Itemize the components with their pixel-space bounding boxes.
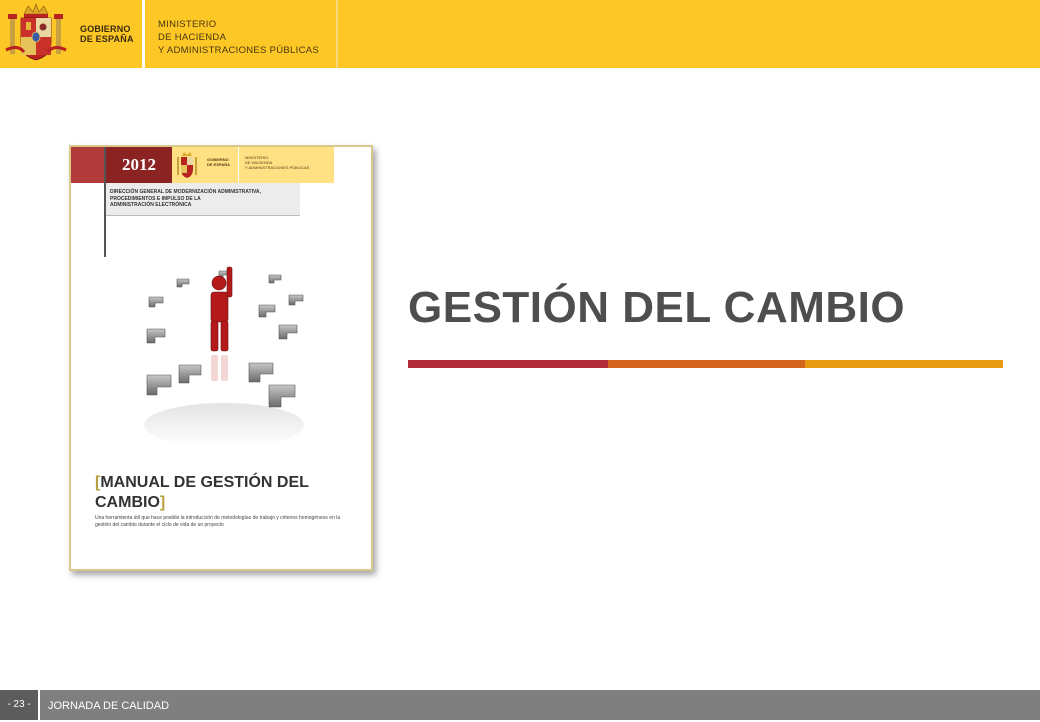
header-divider bbox=[142, 0, 145, 68]
footer-divider bbox=[38, 690, 40, 720]
cover-ministry-name: MINISTERIO DE HACIENDA Y ADMINISTRACIONE… bbox=[245, 155, 309, 170]
cover-directorate-text: DIRECCIÓN GENERAL DE MODERNIZACIÓN ADMIN… bbox=[110, 189, 261, 209]
title-rule-orange bbox=[608, 360, 805, 368]
government-logo: GOBIERNO DE ESPAÑA bbox=[0, 0, 142, 68]
cover-description: Una herramienta útil que hace posible la… bbox=[95, 515, 341, 528]
cover-directorate-box: DIRECCIÓN GENERAL DE MODERNIZACIÓN ADMIN… bbox=[106, 183, 300, 216]
title-rule-amber bbox=[805, 360, 1003, 368]
cover-gov-line-2: DE ESPAÑA bbox=[207, 162, 231, 167]
government-line-1: GOBIERNO bbox=[80, 24, 131, 34]
ministry-name: MINISTERIO DE HACIENDA Y ADMINISTRACIONE… bbox=[158, 18, 319, 57]
title-bracket-close: ] bbox=[159, 494, 166, 511]
directorate-line-1: DIRECCIÓN GENERAL DE MODERNIZACIÓN ADMIN… bbox=[110, 189, 261, 195]
title-rule-red bbox=[408, 360, 608, 368]
cover-ministry-line-3: Y ADMINISTRACIONES PÚBLICAS bbox=[245, 165, 310, 170]
cover-government-logo: GOBIERNO DE ESPAÑA bbox=[172, 147, 238, 183]
slide-title: GESTIÓN DEL CAMBIO bbox=[408, 283, 906, 332]
header-divider-right bbox=[336, 0, 338, 68]
manual-cover-image: 2012 GOBIERNO DE ESPAÑA MINISTERIO DE HA… bbox=[69, 145, 373, 571]
cover-ministry-block: MINISTERIO DE HACIENDA Y ADMINISTRACIONE… bbox=[239, 147, 334, 183]
cover-government-wordmark: GOBIERNO DE ESPAÑA bbox=[207, 157, 230, 167]
government-line-2: DE ESPAÑA bbox=[80, 34, 134, 44]
footer-event-name: JORNADA DE CALIDAD bbox=[48, 700, 170, 712]
government-wordmark: GOBIERNO DE ESPAÑA bbox=[80, 24, 134, 44]
cover-title-line-1: MANUAL DE GESTIÓN DEL bbox=[100, 474, 309, 491]
directorate-line-3: ADMINISTRACIÓN ELECTRÓNICA bbox=[110, 202, 192, 208]
coat-of-arms-icon bbox=[5, 3, 67, 61]
ministry-line-3: Y ADMINISTRACIONES PÚBLICAS bbox=[158, 45, 320, 56]
cover-color-bar bbox=[71, 147, 104, 183]
cover-title: [MANUAL DE GESTIÓN DEL CAMBIO] bbox=[95, 473, 309, 513]
ministry-line-1: MINISTERIO bbox=[158, 19, 217, 30]
ministry-line-2: DE HACIENDA bbox=[158, 32, 227, 43]
cover-year: 2012 bbox=[106, 147, 172, 183]
mini-coat-of-arms-icon bbox=[177, 152, 197, 178]
page-number: - 23 - bbox=[0, 690, 38, 720]
question-marks-illustration bbox=[144, 266, 304, 447]
header-band: GOBIERNO DE ESPAÑA MINISTERIO DE HACIEND… bbox=[0, 0, 1040, 68]
cover-title-line-2: CAMBIO bbox=[95, 494, 160, 511]
